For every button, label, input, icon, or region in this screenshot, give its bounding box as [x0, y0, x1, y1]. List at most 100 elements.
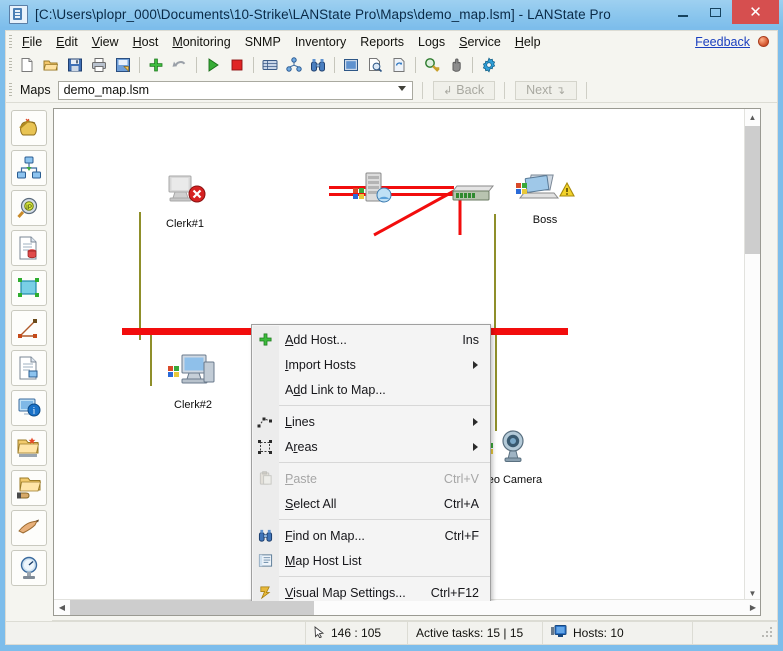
ctx-add-host[interactable]: Add Host... Ins	[252, 327, 490, 352]
back-arrow-icon: ↲	[443, 84, 453, 97]
desktop-computer-icon	[168, 354, 215, 384]
sidebar-item-notes[interactable]	[11, 350, 47, 386]
vertical-scroll-thumb[interactable]	[745, 126, 760, 254]
gauge-meter-icon	[20, 556, 38, 579]
ctx-map-host-list[interactable]: Map Host List	[252, 548, 490, 573]
network-map-canvas[interactable]: Clerk#1 Boss Clerk#2 Video Camera Add Ho…	[54, 109, 746, 601]
mapsbar-grip[interactable]	[9, 83, 12, 97]
export-icon[interactable]	[112, 55, 134, 76]
ctx-import-hosts-icon-slot	[252, 352, 278, 377]
sidebar-item-open-folder[interactable]	[11, 470, 47, 506]
new-map-icon[interactable]	[16, 55, 38, 76]
menu-monitoring[interactable]: Monitoring	[165, 33, 237, 51]
sidebar-item-gauge[interactable]	[11, 550, 47, 586]
map-horizontal-scrollbar[interactable]: ◀ ▶	[54, 599, 760, 615]
open-folder-icon[interactable]	[40, 55, 62, 76]
toolbar-grip[interactable]	[9, 58, 12, 72]
network-scan-icon[interactable]	[283, 55, 305, 76]
sidebar-item-areas[interactable]	[11, 270, 47, 306]
next-button[interactable]: Next ↴	[514, 80, 577, 100]
ctx-visual-map-settings[interactable]: Visual Map Settings... Ctrl+F12	[252, 580, 490, 601]
ctx-areas[interactable]: Areas	[252, 434, 490, 459]
sidebar-item-reports[interactable]	[11, 230, 47, 266]
start-play-icon[interactable]	[202, 55, 224, 76]
find-binoculars-icon[interactable]	[307, 55, 329, 76]
laptop-icon	[516, 174, 575, 199]
menu-bar: File Edit View Host Monitoring SNMP Inve…	[5, 30, 778, 52]
sidebar-item-new-folder[interactable]	[11, 430, 47, 466]
print-icon[interactable]	[88, 55, 110, 76]
sidebar-item-scan-wizard[interactable]	[11, 110, 47, 146]
minimize-button[interactable]	[666, 1, 699, 23]
menu-separator	[279, 462, 490, 463]
menu-host[interactable]: Host	[126, 33, 166, 51]
menu-logs[interactable]: Logs	[411, 33, 452, 51]
map-node-clerk1[interactable]: Clerk#1	[162, 171, 208, 230]
map-node-server[interactable]	[349, 171, 407, 218]
add-plus-icon[interactable]	[145, 55, 167, 76]
areas-icon	[252, 434, 278, 459]
refresh-page-icon[interactable]	[388, 55, 410, 76]
undo-arrow-icon[interactable]	[169, 55, 191, 76]
map-node-clerk2[interactable]: Clerk#2	[164, 352, 222, 411]
paste-clipboard-icon	[252, 466, 278, 491]
folder-hand-icon	[17, 477, 42, 499]
offline-computer-icon	[168, 175, 206, 203]
ctx-select-all[interactable]: Select All Ctrl+A	[252, 491, 490, 516]
sidebar-item-ip-scan[interactable]: IP	[11, 190, 47, 226]
menu-snmp[interactable]: SNMP	[238, 33, 288, 51]
sidebar-item-info[interactable]: i	[11, 390, 47, 426]
submenu-arrow-icon	[473, 442, 478, 451]
network-devices-icon	[17, 156, 41, 179]
map-select-combobox[interactable]: demo_map.lsm	[57, 80, 413, 100]
preview-icon[interactable]	[364, 55, 386, 76]
bag-wand-icon	[19, 118, 37, 136]
horizontal-scroll-thumb[interactable]	[70, 600, 314, 615]
ctx-import-hosts[interactable]: Import Hosts	[252, 352, 490, 377]
menu-separator	[279, 519, 490, 520]
map-viewport: Clerk#1 Boss Clerk#2 Video Camera Add Ho…	[53, 108, 761, 616]
ctx-add-link-to-map[interactable]: Add Link to Map...	[252, 377, 490, 402]
scroll-right-icon[interactable]: ▶	[745, 600, 760, 615]
ctx-lines[interactable]: Lines	[252, 409, 490, 434]
save-disk-icon[interactable]	[64, 55, 86, 76]
feedback-link[interactable]: Feedback	[695, 35, 750, 49]
sidebar-item-lines[interactable]	[11, 310, 47, 346]
sidebar-item-device-discovery[interactable]	[11, 150, 47, 186]
menu-edit[interactable]: Edit	[49, 33, 85, 51]
scroll-up-icon[interactable]: ▲	[745, 109, 760, 125]
menubar-grip[interactable]	[9, 34, 12, 49]
map-node-boss[interactable]: Boss	[512, 171, 578, 226]
status-cell-spacer	[693, 622, 761, 644]
ctx-select-all-accel: Ctrl+A	[443, 496, 479, 511]
menu-view[interactable]: View	[85, 33, 126, 51]
zoom-key-icon[interactable]	[421, 55, 443, 76]
scroll-left-icon[interactable]: ◀	[54, 600, 70, 615]
host-list-icon[interactable]	[259, 55, 281, 76]
maximize-button[interactable]	[699, 1, 732, 23]
status-hosts: Hosts: 10	[543, 622, 693, 644]
close-button[interactable]: ✕	[732, 0, 779, 24]
chevron-down-icon[interactable]	[397, 85, 406, 91]
back-button[interactable]: ↲ Back	[432, 80, 495, 100]
map-node-label: Clerk#1	[166, 218, 204, 230]
pointer-hand-icon[interactable]	[445, 55, 467, 76]
settings-gear-icon[interactable]	[478, 55, 500, 76]
menu-service[interactable]: Service	[452, 33, 508, 51]
map-vertical-scrollbar[interactable]: ▲ ▼	[744, 109, 760, 601]
monitor-info-icon: i	[18, 398, 41, 417]
status-hosts-text: Hosts: 10	[573, 626, 624, 640]
screen-icon[interactable]	[340, 55, 362, 76]
ctx-add-host-label: Add Host...	[285, 332, 347, 347]
menu-file[interactable]: File	[15, 33, 49, 51]
menu-inventory[interactable]: Inventory	[288, 33, 353, 51]
back-label: Back	[456, 83, 485, 97]
menu-reports[interactable]: Reports	[353, 33, 411, 51]
sidebar-item-pointer[interactable]	[11, 510, 47, 546]
stop-square-icon[interactable]	[226, 55, 248, 76]
menu-help[interactable]: Help	[508, 33, 548, 51]
ctx-find-on-map[interactable]: Find on Map... Ctrl+F	[252, 523, 490, 548]
line-draw-icon	[18, 319, 37, 338]
map-node-switch[interactable]	[449, 179, 497, 212]
resize-grip-icon[interactable]	[761, 627, 773, 639]
